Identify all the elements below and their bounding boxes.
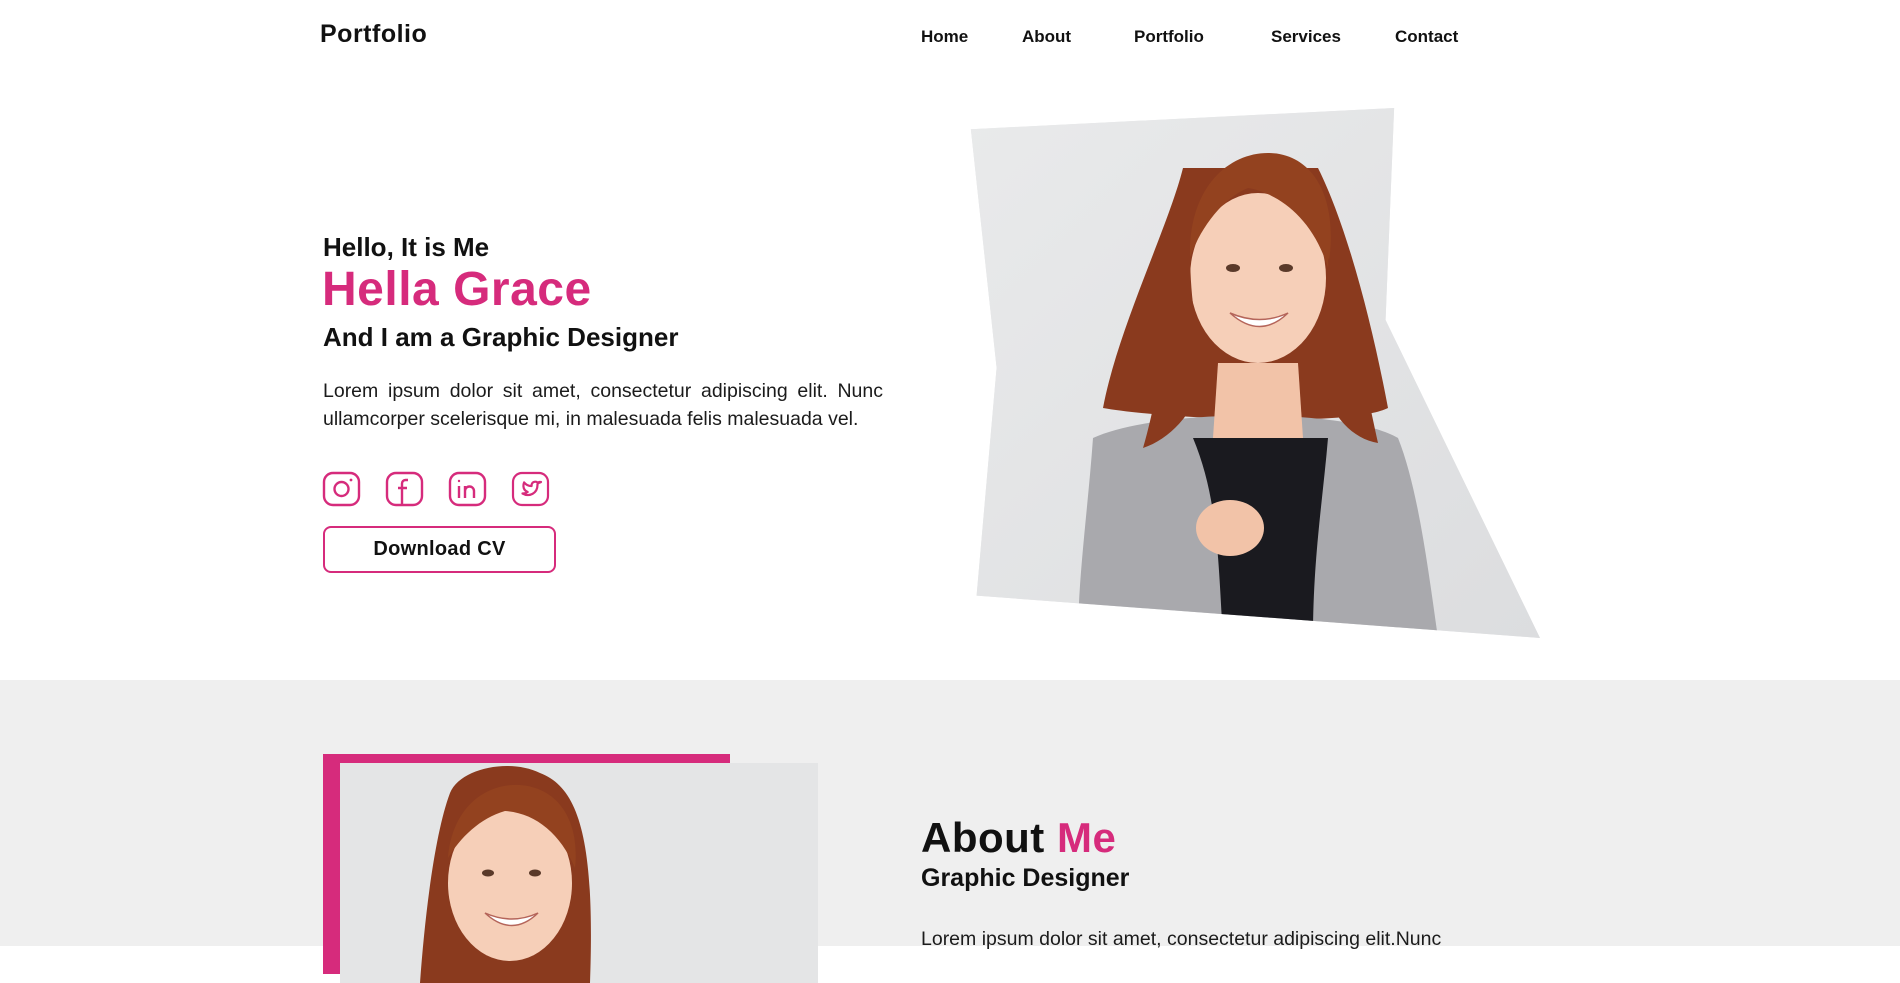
about-description: Lorem ipsum dolor sit amet, consectetur … <box>921 928 1442 950</box>
linkedin-icon[interactable] <box>448 471 487 507</box>
site-header: Portfolio Home About Portfolio Services … <box>0 0 1900 74</box>
hero-section: Hello, It is Me Hella Grace And I am a G… <box>0 74 1900 680</box>
hero-role: And I am a Graphic Designer <box>323 322 679 352</box>
twitter-icon[interactable] <box>511 471 550 507</box>
hero-description: Lorem ipsum dolor sit amet, consectetur … <box>323 380 883 430</box>
about-title-accent: Me <box>1056 814 1117 861</box>
nav-about[interactable]: About <box>1022 27 1071 47</box>
nav-services[interactable]: Services <box>1271 27 1341 47</box>
about-subtitle: Graphic Designer <box>921 864 1130 892</box>
about-portrait-image <box>340 763 818 983</box>
about-section: About Me Graphic Designer Lorem ipsum do… <box>0 680 1900 983</box>
nav-home[interactable]: Home <box>921 27 968 47</box>
instagram-icon[interactable] <box>322 471 361 507</box>
facebook-icon[interactable] <box>385 471 424 507</box>
hero-greeting: Hello, It is Me <box>323 232 490 262</box>
about-title-main: About <box>921 814 1045 861</box>
logo[interactable]: Portfolio <box>320 20 427 49</box>
download-cv-button[interactable]: Download CV <box>323 526 556 573</box>
hero-name: Hella Grace <box>322 263 592 316</box>
about-title: About Me <box>921 814 1116 862</box>
hero-portrait-image <box>970 108 1540 638</box>
nav-portfolio[interactable]: Portfolio <box>1134 27 1204 47</box>
nav-contact[interactable]: Contact <box>1395 27 1458 47</box>
